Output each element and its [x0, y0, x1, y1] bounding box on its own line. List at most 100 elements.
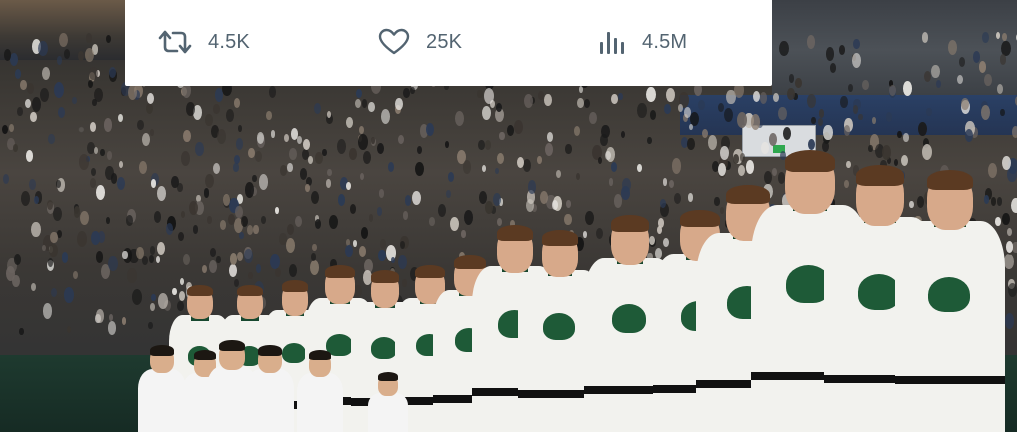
spectator	[203, 188, 210, 198]
child	[368, 372, 408, 432]
spectator	[30, 111, 37, 123]
spectator	[959, 56, 966, 67]
spectator	[79, 154, 90, 170]
spectator	[732, 153, 740, 164]
spectator	[918, 121, 927, 136]
spectator	[310, 253, 316, 262]
spectator	[858, 113, 863, 121]
spectator	[1007, 227, 1013, 236]
spectator	[698, 99, 705, 111]
spectator	[901, 154, 908, 166]
views-count: 4.5M	[642, 30, 688, 53]
spectator	[377, 142, 385, 154]
spectator	[738, 165, 745, 176]
spectator	[671, 158, 682, 174]
spectator	[244, 182, 255, 198]
spectator	[537, 156, 542, 164]
spectator	[337, 139, 347, 154]
spectator	[358, 245, 366, 258]
spectator	[236, 251, 243, 262]
spectator	[20, 80, 27, 91]
spectator	[315, 151, 323, 164]
heart-icon	[378, 28, 410, 56]
spectator	[645, 86, 656, 103]
spectator	[308, 156, 314, 164]
spectator	[660, 198, 667, 208]
spectator	[947, 40, 957, 55]
spectator	[337, 194, 345, 206]
spectator	[903, 133, 909, 143]
spectator	[461, 230, 466, 238]
spectator	[220, 220, 226, 230]
spectator	[192, 224, 199, 234]
spectator	[148, 321, 153, 329]
spectator	[376, 207, 382, 216]
spectator	[539, 191, 548, 204]
spectator	[349, 203, 356, 214]
spectator	[345, 182, 351, 190]
spectator	[853, 38, 860, 49]
spectator	[139, 161, 148, 174]
spectator	[96, 184, 106, 200]
spectator	[358, 126, 364, 135]
spectator	[248, 271, 253, 280]
spectator	[862, 79, 869, 91]
views-button[interactable]: 4.5M	[598, 26, 687, 58]
spectator	[171, 175, 179, 188]
spectator	[106, 151, 112, 160]
spectator	[349, 148, 357, 160]
spectator	[778, 106, 787, 121]
spectator	[151, 293, 156, 302]
spectator	[622, 177, 632, 192]
spectator	[92, 99, 97, 107]
spectator	[183, 129, 191, 142]
spectator	[122, 250, 128, 260]
photo-background: 4.5K 25K 4.5M	[0, 0, 1017, 432]
spectator	[995, 31, 1001, 39]
spectator	[13, 144, 18, 153]
spectator	[523, 159, 532, 172]
spectator	[131, 288, 142, 305]
spectator	[839, 45, 845, 55]
spectator	[357, 134, 368, 150]
spectator	[57, 107, 65, 119]
spectator	[664, 103, 671, 115]
spectator	[235, 205, 243, 218]
spectator	[77, 50, 84, 61]
spectator	[1010, 197, 1017, 214]
retweet-button[interactable]: 4.5K	[158, 26, 250, 58]
spectator	[492, 192, 501, 206]
spectator	[246, 225, 253, 236]
spectator	[429, 216, 435, 226]
spectator	[8, 124, 14, 133]
spectator	[830, 63, 837, 73]
spectator	[499, 131, 505, 141]
child	[138, 345, 186, 432]
spectator	[84, 47, 94, 63]
spectator	[270, 253, 280, 270]
spectator	[205, 173, 214, 188]
spectator	[782, 126, 792, 140]
spectator	[545, 143, 554, 156]
child	[297, 350, 343, 432]
spectator	[564, 213, 572, 226]
spectator	[150, 178, 157, 188]
player	[894, 170, 1005, 432]
like-button[interactable]: 25K	[378, 26, 462, 58]
spectator	[195, 142, 204, 156]
spectator	[254, 150, 262, 162]
spectator	[931, 65, 940, 79]
spectator	[902, 81, 912, 97]
spectator	[378, 249, 386, 262]
spectator	[137, 119, 144, 131]
spectator	[79, 210, 89, 226]
spectator	[258, 174, 269, 190]
spectator	[881, 145, 891, 160]
spectator	[788, 74, 794, 83]
spectator	[825, 47, 834, 61]
spectator	[978, 61, 986, 73]
spectator	[368, 101, 375, 113]
spectator	[546, 131, 554, 143]
spectator	[49, 243, 58, 258]
spectator	[514, 120, 523, 134]
